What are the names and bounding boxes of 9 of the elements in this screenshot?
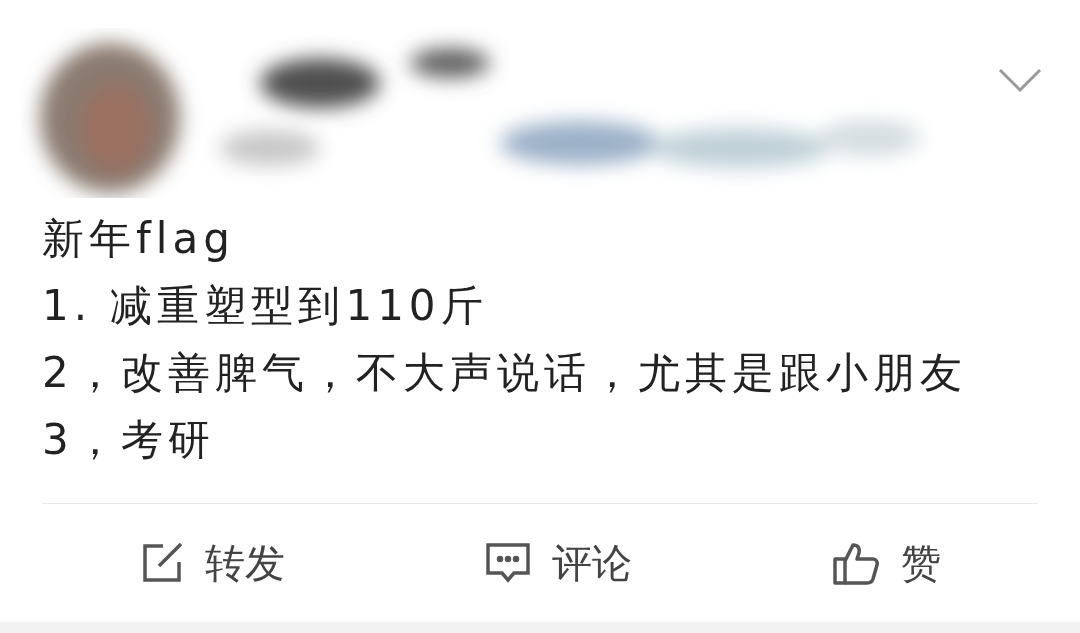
comment-icon: [484, 541, 532, 585]
comment-button[interactable]: 评论: [484, 533, 632, 593]
post-text-line: 新年flag: [42, 213, 236, 265]
post-text-line: 2，改善脾气，不大声说话，尤其是跟小朋友: [42, 347, 968, 399]
like-button[interactable]: 赞: [830, 533, 941, 593]
chevron-down-icon[interactable]: [998, 68, 1042, 92]
post-text-line: 3，考研: [42, 414, 216, 466]
repost-button[interactable]: 转发: [139, 533, 286, 593]
post-text-line: 1. 减重塑型到110斤: [42, 280, 489, 332]
